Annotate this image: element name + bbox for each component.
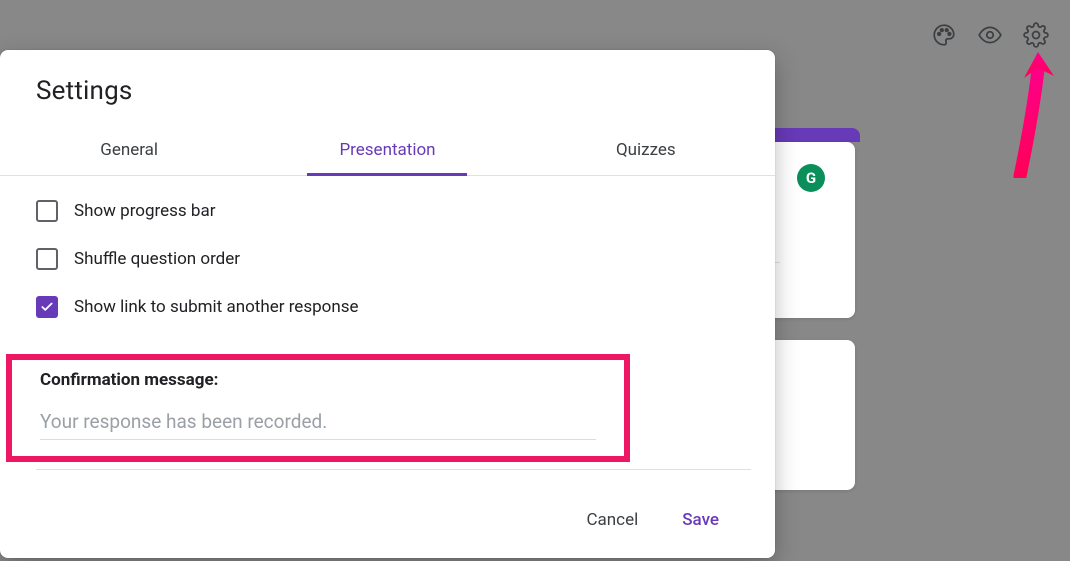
tab-quizzes[interactable]: Quizzes xyxy=(517,124,775,175)
grammarly-badge-icon: G xyxy=(797,164,825,192)
save-button[interactable]: Save xyxy=(674,504,727,536)
option-label: Show progress bar xyxy=(74,201,215,221)
gear-icon[interactable] xyxy=(1022,21,1050,49)
option-submit-another[interactable]: Show link to submit another response xyxy=(36,296,739,318)
divider xyxy=(36,469,751,470)
checkbox-icon[interactable] xyxy=(36,200,58,222)
option-label: Shuffle question order xyxy=(74,249,240,269)
tabs-bar: General Presentation Quizzes xyxy=(0,124,775,176)
option-show-progress[interactable]: Show progress bar xyxy=(36,200,739,222)
dialog-title: Settings xyxy=(0,76,775,124)
confirmation-label: Confirmation message: xyxy=(40,370,596,390)
cancel-button[interactable]: Cancel xyxy=(578,504,646,536)
tab-general[interactable]: General xyxy=(0,124,258,175)
dialog-actions: Cancel Save xyxy=(578,504,727,536)
options-list: Show progress bar Shuffle question order… xyxy=(0,176,775,328)
tab-presentation[interactable]: Presentation xyxy=(258,124,516,175)
option-shuffle[interactable]: Shuffle question order xyxy=(36,248,739,270)
palette-icon[interactable] xyxy=(930,21,958,49)
confirmation-message-section: Confirmation message: xyxy=(6,354,630,462)
settings-dialog: Settings General Presentation Quizzes Sh… xyxy=(0,50,775,558)
checkbox-checked-icon[interactable] xyxy=(36,296,58,318)
eye-icon[interactable] xyxy=(976,21,1004,49)
confirmation-message-input[interactable] xyxy=(40,406,596,440)
option-label: Show link to submit another response xyxy=(74,297,359,317)
checkbox-icon[interactable] xyxy=(36,248,58,270)
